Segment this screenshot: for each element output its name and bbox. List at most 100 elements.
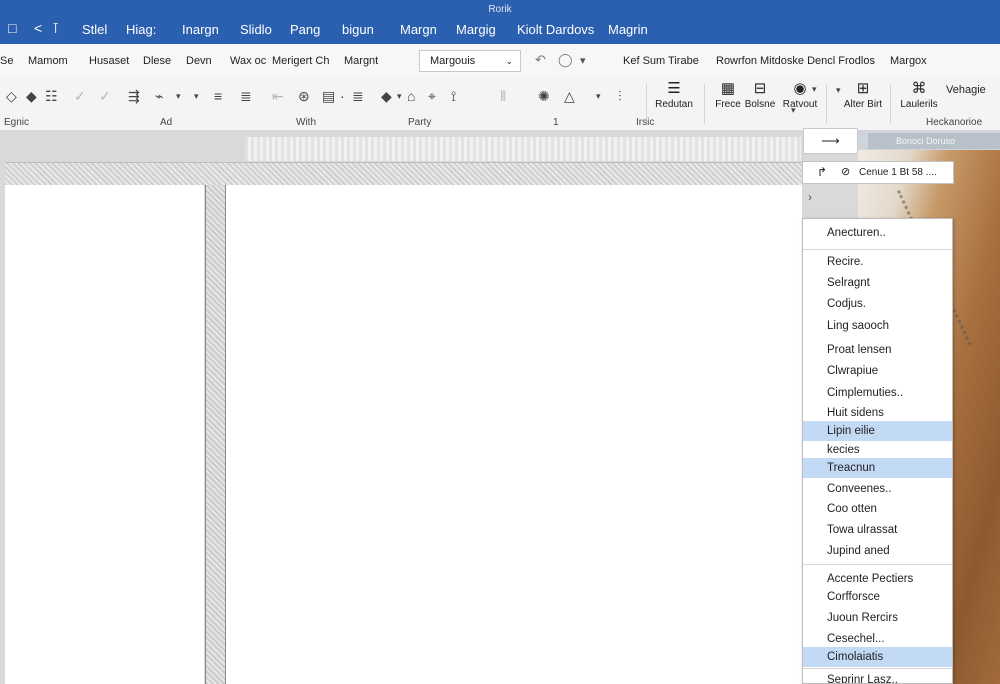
menu-item[interactable]: Selragnt xyxy=(803,273,952,293)
menu-item[interactable]: Huit sidens xyxy=(803,403,952,423)
tools-dropdown-icon[interactable]: ▾ xyxy=(580,54,586,67)
search-field[interactable]: ↱ ⊘ Cenue 1 Bt 58 .... xyxy=(802,161,954,184)
menu-item-highlighted[interactable]: Cimolaiatis xyxy=(803,647,952,667)
bolsne-label: Bolsne xyxy=(744,99,776,110)
target-icon[interactable]: ⊛ xyxy=(298,88,310,104)
grid-icon[interactable]: ☷ xyxy=(45,88,58,104)
style-dropdown[interactable]: Margouis ⌄ xyxy=(419,50,521,72)
tab-bigun[interactable]: bigun xyxy=(342,22,374,38)
bolsne-button[interactable]: ⊟ Bolsne xyxy=(744,81,776,111)
ribbon1-item-merigert-ch[interactable]: Merigert Ch xyxy=(272,55,329,67)
justify-icon[interactable]: ≣ xyxy=(240,88,252,104)
redutan-button[interactable]: ☰ Redutan xyxy=(654,81,694,111)
check-alt-icon[interactable]: ✓ xyxy=(99,88,111,104)
ribbon1-item-margnt[interactable]: Margnt xyxy=(344,55,378,67)
tab-kiolt-dardovs[interactable]: Kiolt Dardovs xyxy=(517,22,594,38)
menu-item[interactable]: Recire. xyxy=(803,252,952,272)
alter-dropdown-icon[interactable]: ▾ xyxy=(836,82,841,98)
ribbon1-item-wax-oc[interactable]: Wax oc xyxy=(230,55,266,67)
ratvout-more-icon[interactable]: ▾ xyxy=(791,102,796,118)
align-icon[interactable]: ≡ xyxy=(214,88,222,104)
tab-magrin[interactable]: Magrin xyxy=(608,22,648,38)
vertical-dots-icon[interactable]: ⫶ xyxy=(618,88,622,104)
vehagie-button[interactable]: Vehagie xyxy=(946,84,986,96)
ribbon1-item-mamom[interactable]: Mamom xyxy=(28,55,68,67)
alter-birt-button[interactable]: ⊞ Alter Birt xyxy=(842,81,884,111)
tab-hiag[interactable]: Hiag: xyxy=(126,22,156,38)
menu-item[interactable]: Codjus. xyxy=(803,294,952,314)
frece-button[interactable]: ▦ Frece xyxy=(712,80,744,111)
frece-icon: ▦ xyxy=(720,80,736,97)
menu-item[interactable]: Proat lensen xyxy=(803,340,952,360)
menu-item[interactable]: Conveenes.. xyxy=(803,479,952,499)
menu-divider xyxy=(803,564,952,565)
menu-item[interactable]: Cimplemuties.. xyxy=(803,383,952,403)
wave-icon[interactable]: ⌁ xyxy=(155,88,163,104)
menu-item[interactable]: kecies xyxy=(803,440,952,460)
ribbon1-item-se[interactable]: Se xyxy=(0,55,13,67)
menu-item[interactable]: Anecturen.. xyxy=(803,223,952,243)
arrow-button[interactable]: ⟶ xyxy=(803,128,858,154)
group-label-with: With xyxy=(296,117,316,128)
ribbon-divider xyxy=(890,84,891,124)
menu-item[interactable]: Clwrapiue xyxy=(803,361,952,381)
tab-inargn[interactable]: Inargn xyxy=(182,22,219,38)
no-entry-icon: ⊘ xyxy=(841,166,851,178)
pin-icon[interactable]: ⌖ xyxy=(428,88,436,104)
ribbon1-item-dlese[interactable]: Dlese xyxy=(143,55,171,67)
menu-item[interactable]: Cesechel... xyxy=(803,629,952,649)
triangle-icon[interactable]: △ xyxy=(564,88,575,104)
laulerils-button[interactable]: ⌘ Laulerils xyxy=(896,81,942,111)
shape-outline-icon[interactable]: ◇ xyxy=(6,88,17,104)
fill-icon[interactable]: ◆ xyxy=(26,88,37,104)
undo-icon[interactable]: < xyxy=(34,20,42,36)
group-label-egnic: Egnic xyxy=(4,117,30,128)
menu-item[interactable]: Ling saooch xyxy=(803,316,952,336)
ratvout-label: Ratvout xyxy=(782,99,818,110)
tab-pang[interactable]: Pang xyxy=(290,22,320,38)
home-icon[interactable]: ⌂ xyxy=(407,88,415,104)
tab-margig[interactable]: Margig xyxy=(456,22,496,38)
window-icon[interactable]: □ xyxy=(8,20,16,36)
search-field-text: Cenue 1 Bt 58 .... xyxy=(859,167,937,178)
ratvout-dropdown-icon[interactable]: ▾ xyxy=(812,81,817,97)
pause-icon[interactable]: ⦀ xyxy=(500,88,506,104)
tab-slidlo[interactable]: Slidlo xyxy=(240,22,272,38)
tab-margn[interactable]: Margn xyxy=(400,22,437,38)
left-page[interactable] xyxy=(5,185,204,684)
ribbon1-item-kef-sum-tirabe[interactable]: Kef Sum Tirabe xyxy=(623,55,699,67)
horizontal-ruler[interactable] xyxy=(245,137,801,161)
ribbon1-item-rowrfon[interactable]: Rowrfon Mitdoske Dencl Frodlos xyxy=(716,55,875,67)
menu-item-highlighted[interactable]: Treacnun xyxy=(803,458,952,478)
shape-fill-icon[interactable]: ◆ xyxy=(381,88,392,104)
indent-icon[interactable]: ⇤ xyxy=(272,88,284,104)
circle-tool-icon[interactable]: ◯ xyxy=(558,52,573,68)
pen-icon[interactable]: ⟟ xyxy=(451,88,456,104)
ribbon1-item-husaset[interactable]: Husaset xyxy=(89,55,129,67)
chevron-right-icon[interactable]: › xyxy=(808,190,812,204)
check-icon[interactable]: ✓ xyxy=(74,88,86,104)
lines-icon[interactable]: ≣ xyxy=(352,88,364,104)
ribbon-row-1: Se Mamom Husaset Dlese Devn Wax oc Merig… xyxy=(0,44,1000,79)
menu-item-highlighted[interactable]: Lipin eilie xyxy=(803,421,952,441)
menu-item[interactable]: Jupind aned xyxy=(803,541,952,561)
list-icon[interactable]: ⇶ xyxy=(128,88,140,104)
triangle-dropdown-icon[interactable]: ▾ xyxy=(596,88,601,104)
menu-item[interactable]: Accente Pectiers xyxy=(803,569,952,589)
sun-icon[interactable]: ✺ xyxy=(538,88,550,104)
menu-item[interactable]: Seprinr Lasz.. xyxy=(803,670,952,683)
menu-item[interactable]: Juoun Rercirs xyxy=(803,608,952,628)
wave-dropdown-icon[interactable]: ▾ xyxy=(176,88,181,104)
menu-item[interactable]: Towa ulrassat xyxy=(803,520,952,540)
redo-icon[interactable]: ⊺ xyxy=(52,20,59,36)
tab-stlel[interactable]: Stlel xyxy=(82,22,107,38)
ribbon1-item-margox[interactable]: Margox xyxy=(890,55,927,67)
main-page[interactable] xyxy=(226,185,802,684)
shape-dropdown-icon[interactable]: ▾ xyxy=(397,88,402,104)
ribbon1-item-devn[interactable]: Devn xyxy=(186,55,212,67)
menu-item[interactable]: Corfforsce xyxy=(803,587,952,607)
table-icon[interactable]: ▤ xyxy=(322,88,335,104)
undo-arrow-icon[interactable]: ↶ xyxy=(535,52,546,68)
menu-item[interactable]: Coo otten xyxy=(803,499,952,519)
more-dropdown-icon[interactable]: ▾ xyxy=(194,88,199,104)
